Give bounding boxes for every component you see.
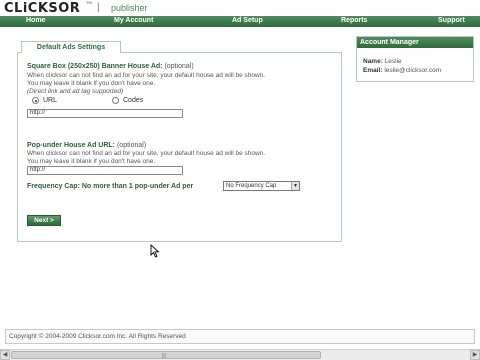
radio-url[interactable] — [32, 97, 39, 104]
radio-codes[interactable] — [112, 97, 119, 104]
scrollbar-thumb[interactable]: ||| — [11, 351, 321, 359]
nav-ad-setup[interactable]: Ad Setup — [232, 17, 263, 24]
frequency-cap-value: No Frequency Cap — [226, 183, 277, 189]
frequency-cap-label: Frequency Cap: No more than 1 pop-under … — [27, 183, 194, 190]
popunder-desc-1: When clicksor can not find an ad for you… — [27, 150, 266, 157]
scrollbar-grip-icon: ||| — [162, 353, 166, 359]
frequency-cap-select[interactable]: No Frequency Cap ▼ — [223, 181, 300, 191]
banner-section-title: Square Box (250x250) Banner House Ad: (o… — [27, 63, 194, 70]
next-button[interactable]: Next > — [27, 215, 61, 226]
account-manager-panel: Account Manager Name: Leslie Email: lesl… — [356, 36, 474, 82]
nav-my-account[interactable]: My Account — [114, 17, 153, 24]
logo-separator: | — [97, 2, 100, 13]
scroll-left-icon[interactable]: ◀ — [0, 350, 10, 360]
radio-url-label: URL — [43, 97, 58, 104]
banner-url-input[interactable]: http:// — [27, 109, 183, 118]
nav-reports[interactable]: Reports — [341, 17, 367, 24]
account-manager-name: Name: Leslie — [363, 58, 402, 65]
header: CLiCKSOR TM | publisher — [0, 0, 480, 16]
trademark-mark: TM — [86, 0, 92, 5]
popunder-url-input[interactable]: http:// — [27, 166, 183, 175]
account-manager-email: Email: leslie@clicksor.com — [363, 67, 442, 74]
horizontal-scrollbar[interactable]: ◀ ||| ▶ — [0, 349, 480, 360]
nav-home[interactable]: Home — [26, 17, 45, 24]
main-nav: Home My Account Ad Setup Reports Support — [0, 16, 480, 27]
nav-support[interactable]: Support — [438, 17, 465, 24]
popunder-section-title: Pop-under House Ad URL: (optional) — [27, 142, 147, 149]
banner-desc-2: You may leave it blank if you don't have… — [27, 80, 156, 87]
footer: Copyright © 2004-2009 Clicksor.com Inc. … — [5, 329, 475, 344]
account-manager-title: Account Manager — [357, 37, 473, 48]
scroll-right-icon[interactable]: ▶ — [470, 350, 480, 360]
tab-default-ads-settings[interactable]: Default Ads Settings — [21, 41, 121, 53]
radio-codes-label: Codes — [123, 97, 144, 104]
copyright-text: Copyright © 2004-2009 Clicksor.com Inc. … — [9, 333, 186, 340]
publisher-label: publisher — [111, 3, 148, 13]
banner-desc-3: (Direct link and ad tag supported) — [27, 88, 124, 95]
clicksor-logo[interactable]: CLiCKSOR — [4, 1, 80, 16]
chevron-down-icon[interactable]: ▼ — [291, 182, 299, 190]
mouse-cursor-icon — [150, 244, 160, 258]
popunder-desc-2: You may leave it blank if you don't have… — [27, 158, 156, 165]
banner-desc-1: When clicksor can not find an ad for you… — [27, 72, 266, 79]
